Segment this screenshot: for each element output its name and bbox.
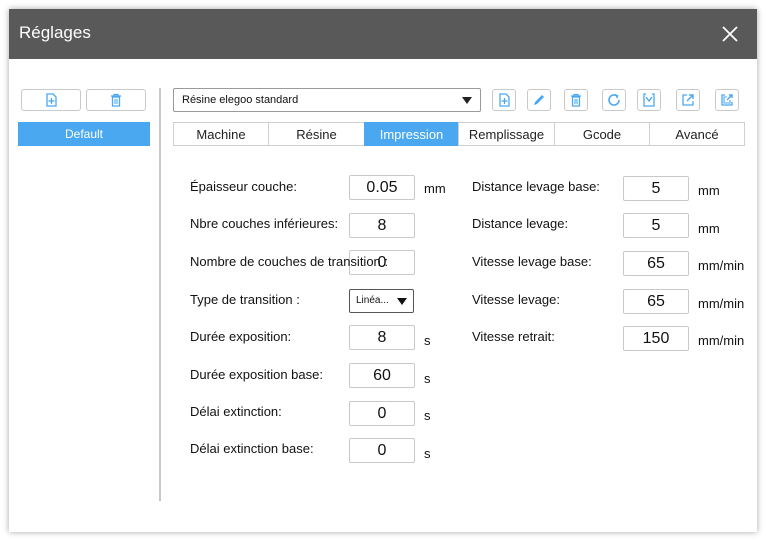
exposure-unit: s (424, 333, 431, 348)
delete-profile-button[interactable] (86, 89, 146, 111)
light-off-unit: s (424, 408, 431, 423)
bottom-layers-label: Nbre couches inférieures: (190, 216, 339, 231)
light-off-label: Délai extinction: (190, 404, 282, 419)
delete-material-button[interactable] (564, 89, 588, 111)
bottom-light-off-unit: s (424, 446, 431, 461)
pencil-icon (534, 95, 544, 105)
exposure-input[interactable]: 8 (349, 325, 415, 350)
material-select-value: Résine elegoo standard (182, 94, 299, 106)
export-all-button[interactable] (715, 89, 739, 111)
layer-height-input[interactable]: 0.05 (349, 175, 415, 200)
bottom-lift-distance-input[interactable]: 5 (623, 176, 689, 201)
export-button[interactable] (676, 89, 700, 111)
export-all-icon (721, 94, 733, 106)
bottom-lift-speed-input[interactable]: 65 (623, 251, 689, 276)
refresh-button[interactable] (602, 89, 626, 111)
tab-infill[interactable]: Remplissage (458, 122, 555, 146)
new-profile-button[interactable] (21, 89, 81, 111)
transition-type-value: Linéa... (356, 295, 389, 306)
lift-distance-label: Distance levage: (472, 216, 569, 231)
edit-material-button[interactable] (527, 89, 551, 111)
transition-layers-label: Nombre de couches de transition : (190, 254, 388, 269)
bottom-light-off-input[interactable]: 0 (349, 438, 415, 463)
retract-speed-unit: mm/min (698, 333, 745, 348)
new-file-icon (46, 93, 57, 107)
bottom-lift-speed-unit: mm/min (698, 258, 745, 273)
bottom-layers-input[interactable]: 8 (349, 213, 415, 238)
bottom-exposure-input[interactable]: 60 (349, 363, 415, 388)
lift-distance-input[interactable]: 5 (623, 213, 689, 238)
lift-speed-unit: mm/min (698, 296, 745, 311)
transition-type-label: Type de transition : (190, 292, 300, 307)
lift-speed-input[interactable]: 65 (623, 289, 689, 314)
tab-resin[interactable]: Résine (268, 122, 365, 146)
bottom-lift-distance-unit: mm (698, 183, 720, 198)
bottom-light-off-label: Délai extinction base: (190, 441, 314, 456)
retract-speed-input[interactable]: 150 (623, 326, 689, 351)
layer-height-unit: mm (424, 181, 446, 196)
chevron-down-icon (397, 298, 407, 305)
title-bar: Réglages (9, 9, 757, 59)
trash-icon (111, 93, 121, 107)
layer-height-label: Épaisseur couche: (190, 179, 297, 194)
close-button[interactable] (714, 18, 746, 50)
bottom-lift-speed-label: Vitesse levage base: (472, 254, 592, 269)
new-file-icon (499, 93, 510, 107)
bottom-exposure-label: Durée exposition base: (190, 367, 323, 382)
light-off-input[interactable]: 0 (349, 401, 415, 426)
close-icon (722, 26, 738, 42)
export-icon (682, 94, 694, 106)
tab-impression[interactable]: Impression (364, 122, 459, 146)
lift-speed-label: Vitesse levage: (472, 292, 560, 307)
window-title: Réglages (19, 23, 91, 42)
new-material-button[interactable] (492, 89, 516, 111)
transition-type-select[interactable]: Linéa... (349, 289, 414, 313)
chevron-down-icon (462, 97, 472, 104)
tab-gcode[interactable]: Gcode (554, 122, 650, 146)
panel-divider (159, 88, 161, 501)
trash-icon (571, 93, 581, 107)
tab-advanced[interactable]: Avancé (649, 122, 745, 146)
refresh-icon (608, 94, 620, 106)
settings-dialog: Réglages Default Résine elegoo standard (9, 9, 757, 532)
retract-speed-label: Vitesse retrait: (472, 329, 555, 344)
profile-item-default[interactable]: Default (18, 122, 150, 146)
import-icon (643, 93, 655, 107)
exposure-label: Durée exposition: (190, 329, 292, 344)
bottom-exposure-unit: s (424, 371, 431, 386)
tab-machine[interactable]: Machine (173, 122, 269, 146)
settings-tabs: Machine Résine Impression Remplissage Gc… (173, 122, 745, 146)
import-button[interactable] (637, 89, 661, 111)
lift-distance-unit: mm (698, 221, 720, 236)
bottom-lift-distance-label: Distance levage base: (472, 179, 600, 194)
material-select[interactable]: Résine elegoo standard (173, 88, 481, 112)
